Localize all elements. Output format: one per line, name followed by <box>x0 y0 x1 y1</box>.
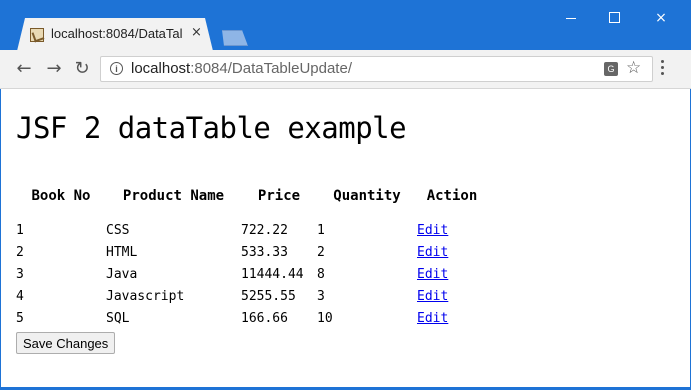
product-name-cell: CSS <box>106 222 130 238</box>
edit-link[interactable]: Edit <box>417 223 448 238</box>
action-cell: Edit <box>417 285 487 307</box>
data-table: Book No Product Name Price Quantity Acti… <box>16 183 487 329</box>
price-cell: 166.66 <box>241 310 288 326</box>
product-name-cell: HTML <box>106 244 138 260</box>
save-changes-button[interactable]: Save Changes <box>16 332 116 354</box>
table-row: 2 HTML 533.33 2 Edit <box>16 241 487 263</box>
quantity-cell: 1 <box>317 222 325 238</box>
price-cell: 11444.44 <box>241 266 304 282</box>
action-cell: Edit <box>417 307 487 329</box>
new-tab-button[interactable] <box>222 30 248 46</box>
more-menu-icon[interactable] <box>660 60 666 78</box>
book-no-cell: 1 <box>16 222 24 238</box>
edit-link[interactable]: Edit <box>417 311 448 326</box>
bookmark-star-icon[interactable]: ☆ <box>626 58 641 78</box>
table-row: 1 CSS 722.22 1 Edit <box>16 219 487 241</box>
url-host: localhost <box>131 60 191 77</box>
price-cell: 533.33 <box>241 244 288 260</box>
edit-link[interactable]: Edit <box>417 289 448 304</box>
close-window-button[interactable]: × <box>638 6 684 30</box>
translate-icon[interactable]: G <box>604 62 618 76</box>
back-arrow-icon[interactable]: ← <box>14 59 34 79</box>
table-row: 4 Javascript 5255.55 3 Edit <box>16 285 487 307</box>
book-no-cell: 3 <box>16 266 24 282</box>
quantity-cell: 10 <box>317 310 333 326</box>
column-header: Product Name <box>122 188 225 204</box>
action-cell: Edit <box>417 219 487 241</box>
product-name-cell: SQL <box>106 310 130 326</box>
browser-toolbar: ← → ↻ i localhost:8084/DataTableUpdate/ … <box>0 50 691 89</box>
tab-close-icon[interactable]: × <box>191 25 202 40</box>
table-row: 3 Java 11444.44 8 Edit <box>16 263 487 285</box>
product-name-cell: Java <box>106 266 138 282</box>
column-header: Book No <box>31 188 91 204</box>
action-cell: Edit <box>417 263 487 285</box>
column-header: Action <box>426 188 478 204</box>
page-content: JSF 2 dataTable example Book No Product … <box>1 89 690 387</box>
browser-tab[interactable]: localhost:8084/DataTal × <box>17 18 213 51</box>
action-cell: Edit <box>417 241 487 263</box>
edit-link[interactable]: Edit <box>417 267 448 282</box>
url-text[interactable]: localhost:8084/DataTableUpdate/ <box>131 60 352 77</box>
browser-window: localhost:8084/DataTal × × ← → ↻ i local… <box>0 0 691 390</box>
page-title: JSF 2 dataTable example <box>16 111 407 145</box>
site-info-icon[interactable]: i <box>110 62 123 75</box>
favicon-icon <box>30 28 44 42</box>
book-no-cell: 2 <box>16 244 24 260</box>
table-row: 5 SQL 166.66 10 Edit <box>16 307 487 329</box>
quantity-cell: 3 <box>317 288 325 304</box>
product-name-cell: Javascript <box>106 288 185 304</box>
price-cell: 5255.55 <box>241 288 296 304</box>
address-bar[interactable]: i localhost:8084/DataTableUpdate/ G ☆ <box>100 56 653 82</box>
tab-title: localhost:8084/DataTal <box>51 26 183 41</box>
url-path: :8084/DataTableUpdate/ <box>190 60 352 77</box>
maximize-icon <box>609 12 620 23</box>
forward-arrow-icon[interactable]: → <box>44 59 64 79</box>
close-icon: × <box>655 10 667 26</box>
quantity-cell: 2 <box>317 244 325 260</box>
column-header: Price <box>257 188 301 204</box>
book-no-cell: 4 <box>16 288 24 304</box>
title-bar: localhost:8084/DataTal × × <box>0 0 691 51</box>
edit-link[interactable]: Edit <box>417 245 448 260</box>
price-cell: 722.22 <box>241 222 288 238</box>
quantity-cell: 8 <box>317 266 325 282</box>
column-header: Quantity <box>333 188 401 204</box>
minimize-button[interactable] <box>548 6 594 30</box>
reload-icon[interactable]: ↻ <box>72 59 92 79</box>
book-no-cell: 5 <box>16 310 24 326</box>
table-header-row: Book No Product Name Price Quantity Acti… <box>16 183 487 209</box>
maximize-button[interactable] <box>592 6 638 30</box>
minimize-icon <box>566 18 576 19</box>
